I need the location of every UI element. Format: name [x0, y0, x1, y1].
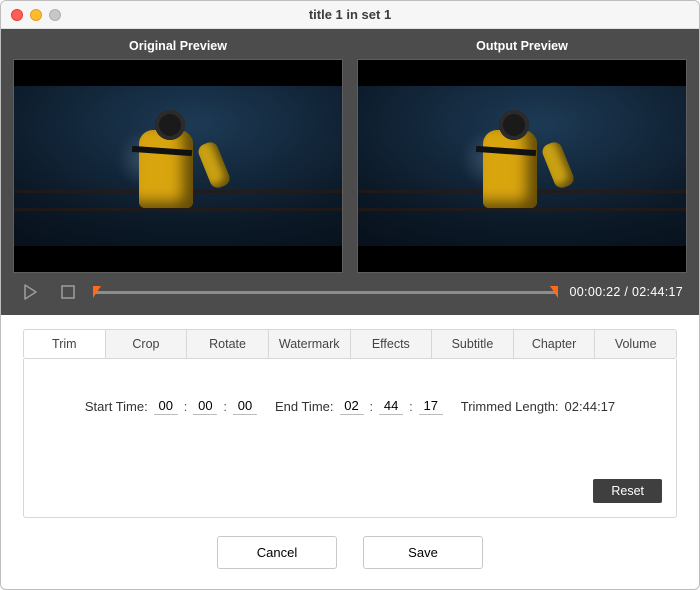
tab-effects[interactable]: Effects — [351, 330, 433, 358]
trim-range-slider[interactable] — [93, 279, 558, 305]
end-hours-input[interactable] — [340, 397, 364, 415]
end-time-group: End Time: : : — [275, 397, 443, 415]
dialog-footer: Cancel Save — [1, 518, 699, 589]
end-minutes-input[interactable] — [379, 397, 403, 415]
total-time: 02:44:17 — [632, 285, 683, 299]
titlebar: title 1 in set 1 — [1, 1, 699, 29]
original-preview-label: Original Preview — [13, 39, 343, 59]
current-time: 00:00:22 — [570, 285, 621, 299]
window-controls — [11, 9, 61, 21]
start-time-label: Start Time: — [85, 399, 148, 414]
trimmed-length-value: 02:44:17 — [565, 399, 616, 414]
stop-button[interactable] — [55, 279, 81, 305]
close-window-button[interactable] — [11, 9, 23, 21]
output-preview[interactable] — [357, 59, 687, 273]
colon-icon: : — [184, 399, 188, 414]
reset-button[interactable]: Reset — [593, 479, 662, 503]
tab-trim[interactable]: Trim — [24, 330, 106, 358]
trim-panel: Start Time: : : End Time: : : Trimmed — [23, 359, 677, 518]
minimize-window-button[interactable] — [30, 9, 42, 21]
tab-chapter[interactable]: Chapter — [514, 330, 596, 358]
trimmed-length-group: Trimmed Length: 02:44:17 — [461, 399, 615, 414]
original-preview[interactable] — [13, 59, 343, 273]
editor-window: title 1 in set 1 Original Preview Output… — [0, 0, 700, 590]
colon-icon: : — [223, 399, 227, 414]
play-button[interactable] — [17, 279, 43, 305]
tab-volume[interactable]: Volume — [595, 330, 676, 358]
cancel-button[interactable]: Cancel — [217, 536, 337, 569]
tab-watermark[interactable]: Watermark — [269, 330, 351, 358]
colon-icon: : — [370, 399, 374, 414]
end-time-label: End Time: — [275, 399, 334, 414]
colon-icon: : — [409, 399, 413, 414]
start-time-group: Start Time: : : — [85, 397, 257, 415]
preview-area: Original Preview Output Preview — [1, 29, 699, 315]
save-button[interactable]: Save — [363, 536, 483, 569]
trimmed-length-label: Trimmed Length: — [461, 399, 559, 414]
tab-bar: Trim Crop Rotate Watermark Effects Subti… — [23, 329, 677, 359]
window-title: title 1 in set 1 — [309, 7, 391, 22]
start-hours-input[interactable] — [154, 397, 178, 415]
transport-bar: 00:00:22 / 02:44:17 — [13, 273, 687, 309]
start-minutes-input[interactable] — [193, 397, 217, 415]
tab-crop[interactable]: Crop — [106, 330, 188, 358]
trim-end-handle[interactable] — [550, 286, 558, 298]
tab-subtitle[interactable]: Subtitle — [432, 330, 514, 358]
trim-start-handle[interactable] — [93, 286, 101, 298]
tab-rotate[interactable]: Rotate — [187, 330, 269, 358]
start-seconds-input[interactable] — [233, 397, 257, 415]
end-seconds-input[interactable] — [419, 397, 443, 415]
zoom-window-button[interactable] — [49, 9, 61, 21]
output-preview-label: Output Preview — [357, 39, 687, 59]
timecode-display: 00:00:22 / 02:44:17 — [570, 285, 683, 299]
tabs-area: Trim Crop Rotate Watermark Effects Subti… — [1, 315, 699, 518]
